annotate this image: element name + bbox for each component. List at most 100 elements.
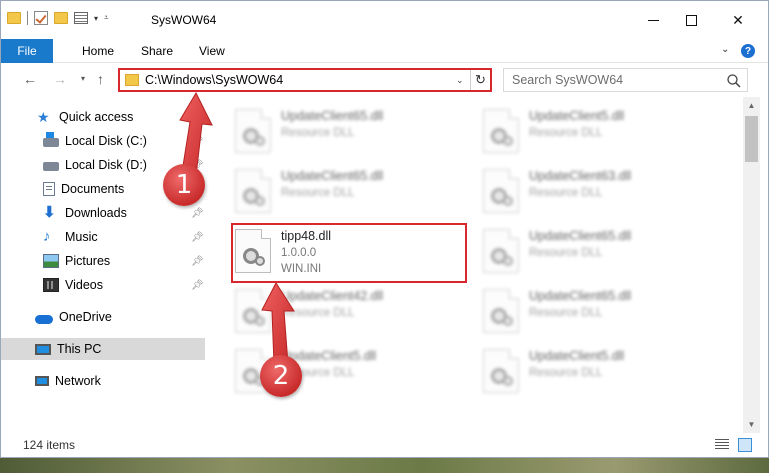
dll-file-icon [483,349,519,393]
step-1-marker: 1 [163,164,205,206]
title-bar: ▾ ⩡ SysWOW64 ✕ [1,1,768,39]
pin-icon[interactable]: 📌︎ [191,280,204,291]
file-item[interactable]: UpdateClient42.dll Resource DLL [233,283,463,341]
toolbar-separator [27,11,28,25]
scroll-down-icon[interactable]: ▼ [743,416,760,433]
tab-view[interactable]: View [199,44,225,58]
properties-icon[interactable] [74,12,88,24]
music-icon: ♪ [43,228,51,245]
file-type: Resource DLL [281,307,355,319]
file-name: UpdateClient5.dll [529,349,625,363]
sidebar-item-local-disk-c[interactable]: Local Disk (C:) 📌︎ [1,130,205,152]
file-type: Resource DLL [529,127,603,139]
pin-icon[interactable]: 📌︎ [191,256,204,267]
folder-icon [125,74,139,86]
sidebar-item-quick-access[interactable]: ★ Quick access [1,106,205,128]
drive-icon [43,162,59,171]
address-bar[interactable]: C:\Windows\SysWOW64 ⌄ ↻ [118,68,492,92]
back-arrow-icon[interactable]: ← [23,71,37,87]
file-type: Resource DLL [281,127,355,139]
navigation-bar: ← → ▾ ↑ C:\Windows\SysWOW64 ⌄ ↻ Search S… [1,63,768,97]
pin-icon[interactable]: 📌︎ [191,232,204,243]
sidebar-item-label: Pictures [65,254,111,268]
search-input[interactable]: Search SysWOW64 [503,68,748,92]
sidebar-item-videos[interactable]: Videos 📌︎ [1,274,205,296]
sidebar-item-label: OneDrive [59,310,112,324]
sidebar-item-onedrive[interactable]: OneDrive [1,306,205,328]
maximize-button[interactable] [668,1,714,39]
chevron-down-icon[interactable]: ▾ [94,14,98,23]
scroll-up-icon[interactable]: ▲ [743,97,760,114]
close-icon: ✕ [732,11,744,28]
file-item[interactable]: UpdateClient65.dll Resource DLL [233,163,463,221]
file-type: Resource DLL [281,187,355,199]
up-arrow-icon[interactable]: ↑ [97,71,104,87]
downloads-icon: ⬇ [43,204,56,221]
sidebar-item-label: Quick access [59,110,134,124]
tab-share[interactable]: Share [141,44,173,58]
step-2-marker: 2 [260,355,302,397]
address-dropdown-icon[interactable]: ⌄ [456,75,464,86]
tab-file[interactable]: File [1,39,53,63]
sidebar-item-label: This PC [57,342,102,356]
file-item[interactable]: UpdateClient5.dll Resource DLL [481,343,711,401]
videos-icon [43,278,59,292]
file-name: UpdateClient63.dll [529,169,632,183]
sidebar-item-label: Local Disk (D:) [65,158,147,172]
pin-icon[interactable]: 📌︎ [191,136,204,147]
file-name: UpdateClient65.dll [529,289,632,303]
dll-file-icon [483,229,519,273]
large-icons-view-icon[interactable] [738,438,752,452]
sidebar-item-pictures[interactable]: Pictures 📌︎ [1,250,205,272]
properties-check-icon[interactable] [34,11,48,25]
sidebar-item-network[interactable]: Network [1,370,205,392]
file-name: UpdateClient42.dll [281,289,384,303]
search-placeholder: Search SysWOW64 [512,73,624,87]
documents-icon [43,182,55,196]
file-explorer-window: ▾ ⩡ SysWOW64 ✕ File Home Share View ⌄ ? … [0,0,769,458]
folder-icon[interactable] [7,12,21,24]
sidebar-item-label: Local Disk (C:) [65,134,147,148]
scroll-thumb[interactable] [745,116,758,162]
file-type: Resource DLL [529,187,603,199]
dll-file-icon [235,169,271,213]
address-path[interactable]: C:\Windows\SysWOW64 [145,73,283,87]
dll-file-icon [483,169,519,213]
drive-icon [43,132,59,147]
highlight-box [231,223,467,283]
file-item[interactable]: UpdateClient65.dll Resource DLL [481,223,711,281]
sidebar-item-label: Network [55,374,101,388]
navigation-pane: ★ Quick access Local Disk (C:) 📌︎ Local … [1,97,209,433]
customize-toolbar-icon[interactable]: ⩡ [104,13,109,23]
status-bar: 124 items [1,433,768,457]
maximize-icon [685,14,697,26]
file-type: Resource DLL [529,367,603,379]
pin-icon[interactable]: 📌︎ [191,208,204,219]
help-icon[interactable]: ? [741,44,755,58]
sidebar-item-label: Videos [65,278,103,292]
file-name: UpdateClient65.dll [281,109,384,123]
forward-arrow-icon[interactable]: → [53,71,67,87]
star-icon: ★ [37,109,50,125]
close-button[interactable]: ✕ [715,1,761,39]
new-folder-icon[interactable] [54,12,68,24]
sidebar-item-downloads[interactable]: ⬇ Downloads 📌︎ [1,202,205,224]
file-item[interactable]: UpdateClient65.dll Resource DLL [233,103,463,161]
refresh-icon[interactable]: ↻ [470,70,490,90]
sidebar-item-music[interactable]: ♪ Music 📌︎ [1,226,205,248]
file-item[interactable]: UpdateClient65.dll Resource DLL [481,283,711,341]
tab-home[interactable]: Home [82,44,114,58]
sidebar-item-this-pc[interactable]: This PC [1,338,205,360]
expand-ribbon-icon[interactable]: ⌄ [721,44,729,55]
item-count: 124 items [23,438,76,452]
file-item[interactable]: UpdateClient63.dll Resource DLL [481,163,711,221]
vertical-scrollbar[interactable]: ▲ ▼ [743,97,760,433]
recent-locations-icon[interactable]: ▾ [81,74,85,83]
quick-access-toolbar: ▾ ⩡ [7,11,109,25]
desktop-background [0,458,769,473]
dll-file-icon [235,109,271,153]
file-item[interactable]: UpdateClient5.dll Resource DLL [481,103,711,161]
sidebar-item-label: Music [65,230,98,244]
ribbon-tabs: File Home Share View ⌄ ? [1,39,768,63]
details-view-icon[interactable] [715,439,729,451]
